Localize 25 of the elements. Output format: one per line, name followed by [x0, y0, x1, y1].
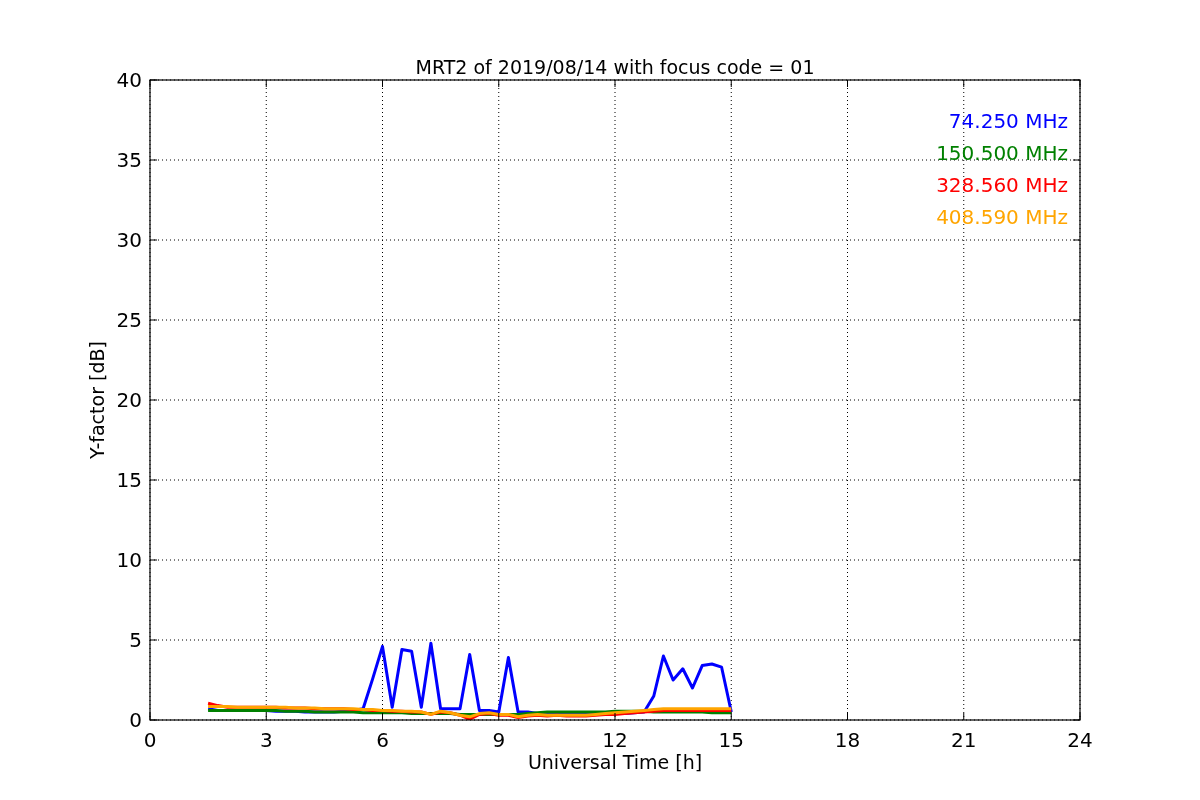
- tick-label: 5: [129, 628, 142, 652]
- tick-label: 10: [116, 548, 142, 572]
- legend-label: 328.560 MHz: [936, 173, 1068, 197]
- axis-label: Y-factor [dB]: [86, 341, 108, 459]
- tick-label: 24: [1067, 728, 1093, 752]
- tick-label: 40: [116, 68, 142, 92]
- axis-label: Universal Time [h]: [527, 751, 703, 773]
- tick-label: 12: [602, 728, 628, 752]
- tick-label: 0: [129, 708, 142, 732]
- tick-label: 35: [116, 148, 142, 172]
- tick-label: 3: [259, 728, 273, 752]
- tick-label: 15: [718, 728, 744, 752]
- tick-label: 15: [116, 468, 142, 492]
- tick-label: 25: [116, 308, 142, 332]
- tick-label: 0: [143, 728, 157, 752]
- tick-label: 9: [492, 728, 506, 752]
- tick-label: 6: [376, 728, 389, 752]
- tick-label: 18: [834, 728, 861, 752]
- tick-label: 21: [951, 728, 977, 752]
- chart-title: MRT2 of 2019/08/14 with focus code = 01: [415, 56, 815, 78]
- legend-label: 150.500 MHz: [936, 141, 1068, 165]
- legend-label: 74.250 MHz: [948, 109, 1068, 133]
- tick-label: 30: [116, 228, 142, 252]
- legend-label: 408.590 MHz: [936, 205, 1068, 229]
- tick-label: 20: [116, 388, 142, 412]
